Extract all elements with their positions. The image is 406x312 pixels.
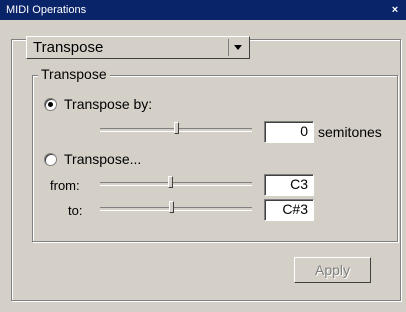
to-slider-track[interactable]: [100, 207, 252, 211]
transpose-group-title: Transpose: [38, 66, 110, 82]
from-slider-thumb[interactable]: [168, 176, 173, 188]
window-title: MIDI Operations: [6, 4, 87, 16]
semitones-slider-thumb[interactable]: [174, 122, 179, 134]
transpose-by-label: Transpose by:: [64, 96, 153, 112]
from-note-input[interactable]: C3: [264, 174, 314, 196]
transpose-range-label: Transpose...: [64, 151, 142, 167]
semitones-unit-label: semitones: [318, 124, 382, 140]
to-label: to:: [68, 203, 83, 218]
to-note-input[interactable]: C#3: [264, 199, 314, 221]
to-slider-thumb[interactable]: [169, 201, 174, 213]
semitones-input[interactable]: 0: [264, 121, 314, 143]
chevron-down-icon[interactable]: [228, 39, 247, 56]
operation-dropdown[interactable]: Transpose: [26, 36, 250, 59]
transpose-range-radio[interactable]: [44, 153, 57, 166]
close-icon[interactable]: ×: [389, 4, 401, 16]
transpose-by-radio[interactable]: [44, 98, 57, 111]
title-bar: MIDI Operations ×: [0, 0, 406, 20]
apply-button[interactable]: Apply: [294, 257, 371, 283]
from-label: from:: [50, 178, 80, 193]
operation-dropdown-value: Transpose: [33, 39, 104, 56]
from-slider-track[interactable]: [100, 182, 252, 186]
